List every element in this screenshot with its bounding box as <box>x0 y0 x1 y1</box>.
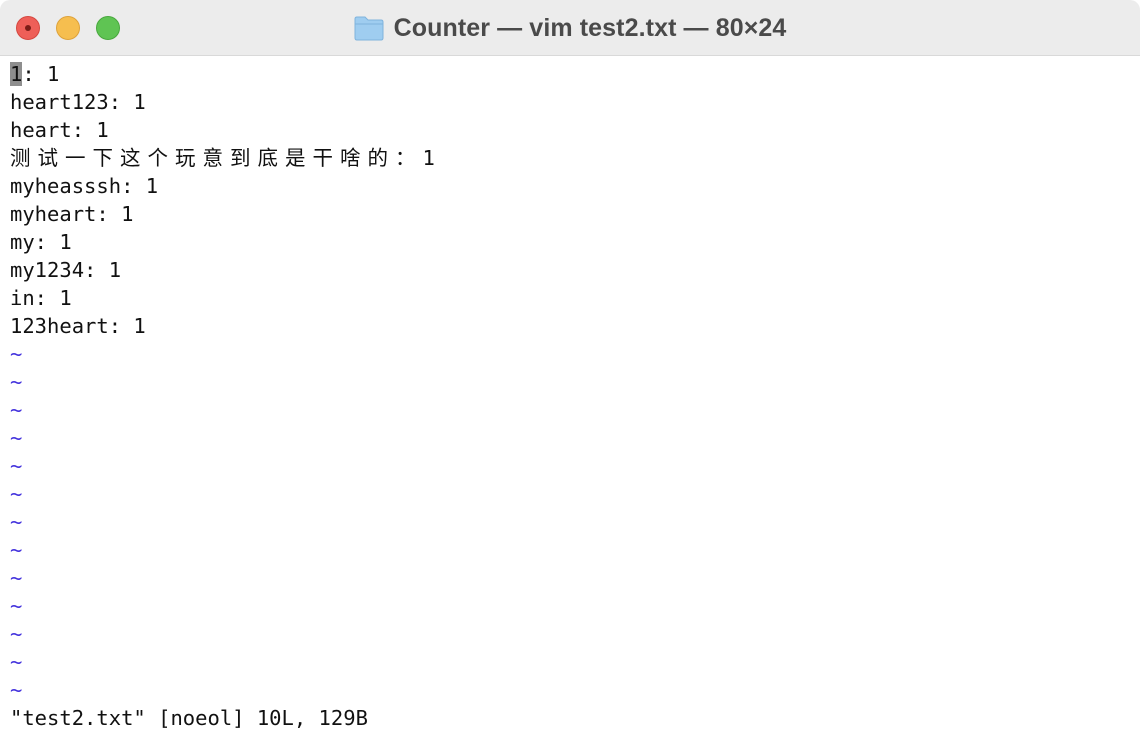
title-bar[interactable]: Counter — vim test2.txt — 80×24 <box>0 0 1140 56</box>
empty-line-marker: ~ <box>10 622 23 646</box>
buffer-line: 测试一下这个玩意到底是干啥的：1 <box>10 144 1130 172</box>
vim-buffer[interactable]: 1: 1 heart123: 1 heart: 1 测试一下这个玩意到底是干啥的… <box>10 60 1130 704</box>
empty-line-marker: ~ <box>10 342 23 366</box>
buffer-line: myheasssh: 1 <box>10 174 159 198</box>
terminal-window: Counter — vim test2.txt — 80×24 1: 1 hea… <box>0 0 1140 742</box>
empty-line-marker: ~ <box>10 370 23 394</box>
buffer-line: heart123: 1 <box>10 90 146 114</box>
empty-line-marker: ~ <box>10 510 23 534</box>
vim-status-line: "test2.txt" [noeol] 10L, 129B <box>10 706 368 730</box>
buffer-line: 123heart: 1 <box>10 314 146 338</box>
empty-line-marker: ~ <box>10 678 23 702</box>
empty-line-marker: ~ <box>10 594 23 618</box>
folder-icon <box>354 16 384 41</box>
text-cursor: 1 <box>10 62 23 86</box>
buffer-line-value: 1 <box>422 146 435 170</box>
empty-line-marker: ~ <box>10 566 23 590</box>
buffer-line: in: 1 <box>10 286 72 310</box>
empty-line-marker: ~ <box>10 426 23 450</box>
empty-line-marker: ~ <box>10 538 23 562</box>
buffer-line: my1234: 1 <box>10 258 122 282</box>
buffer-line: heart: 1 <box>10 118 109 142</box>
empty-line-marker: ~ <box>10 398 23 422</box>
empty-line-marker: ~ <box>10 454 23 478</box>
buffer-line: 1: 1 <box>10 60 1130 88</box>
buffer-line: myheart: 1 <box>10 202 134 226</box>
empty-line-marker: ~ <box>10 650 23 674</box>
window-title: Counter — vim test2.txt — 80×24 <box>393 13 787 42</box>
window-title-group: Counter — vim test2.txt — 80×24 <box>0 0 1140 56</box>
buffer-line-text: 测试一下这个玩意到底是干啥的： <box>10 146 423 170</box>
buffer-line: my: 1 <box>10 230 72 254</box>
empty-line-marker: ~ <box>10 482 23 506</box>
buffer-line-text: : 1 <box>22 62 60 86</box>
